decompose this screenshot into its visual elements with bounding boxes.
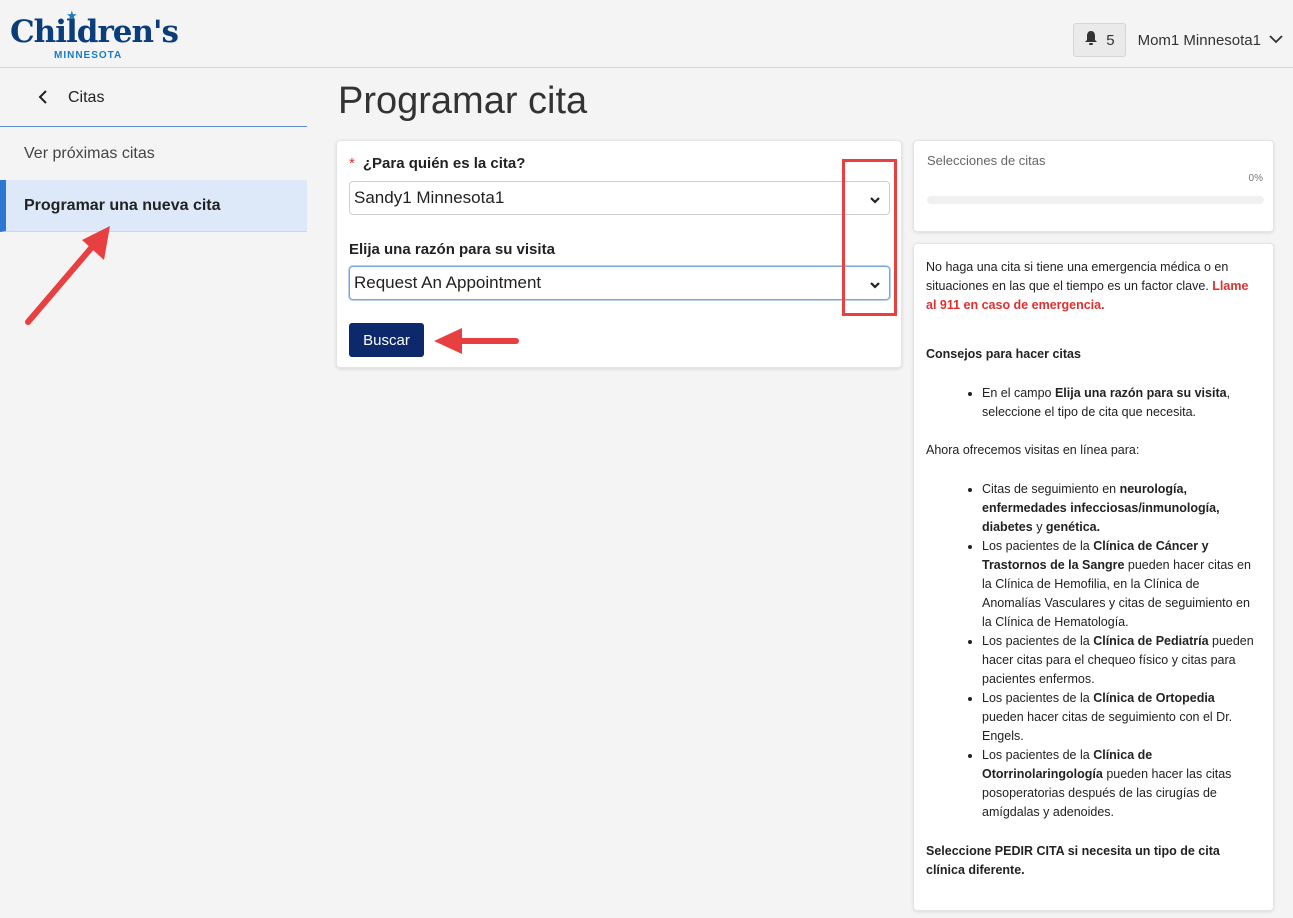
reason-select[interactable]: Request An Appointment: [349, 266, 890, 300]
tips-list: En el campo Elija una razón para su visi…: [926, 384, 1259, 422]
notification-count: 5: [1106, 31, 1115, 49]
childrens-minnesota-logo[interactable]: Children's ★ MINNESOTA: [10, 8, 180, 62]
tips-title-text: Consejos para hacer citas: [926, 347, 1081, 361]
sidebar-item-label: Ver próximas citas: [24, 145, 155, 162]
tip-bold: Elija una razón para su visita: [1054, 386, 1227, 400]
sidebar-item-upcoming[interactable]: Ver próximas citas: [0, 128, 307, 180]
bell-icon: [1084, 30, 1098, 50]
sidebar-item-label: Programar una nueva cita: [24, 196, 221, 214]
patient-label-text: ¿Para quién es la cita?: [362, 155, 526, 172]
online-visits-intro: Ahora ofrecemos visitas en línea para:: [926, 443, 1140, 457]
patient-field-label: * ¿Para quién es la cita?: [349, 155, 525, 172]
search-button[interactable]: Buscar: [349, 323, 424, 357]
user-area: 5 Mom1 Minnesota1: [1073, 22, 1283, 58]
progress-bar: [927, 196, 1264, 204]
tips-title: Consejos para hacer citas: [926, 345, 1259, 364]
item-text: Los pacientes de la: [982, 634, 1094, 648]
annotation-arrow-icon: [434, 328, 519, 354]
sidebar: Citas Ver próximas citas Programar una n…: [0, 69, 307, 918]
chevron-down-icon[interactable]: [1269, 31, 1283, 49]
required-marker: *: [349, 155, 355, 172]
reason-field-label: Elija una razón para su visita: [349, 241, 555, 258]
appointment-form-card: * ¿Para quién es la cita? Sandy1 Minnesot…: [336, 140, 902, 368]
item-text: pueden hacer citas de seguimiento con el…: [982, 710, 1233, 743]
page-title: Programar cita: [338, 80, 588, 122]
list-item: Los pacientes de la Clínica de Cáncer y …: [982, 537, 1259, 632]
patient-select-value: Sandy1 Minnesota1: [354, 188, 505, 207]
online-visits-list: Citas de seguimiento en neurología, enfe…: [926, 480, 1259, 822]
logo-wordmark: Children's: [10, 14, 179, 50]
tip-text: En el campo: [982, 386, 1055, 400]
list-item: Los pacientes de la Clínica de Ortopedia…: [982, 689, 1259, 746]
list-item: En el campo Elija una razón para su visi…: [982, 384, 1259, 422]
patient-select[interactable]: Sandy1 Minnesota1: [349, 181, 890, 215]
reason-select-value: Request An Appointment: [354, 273, 542, 292]
warning-text: No haga una cita si tiene una emergencia…: [926, 260, 1229, 293]
appointment-progress-card: Selecciones de citas 0%: [913, 140, 1274, 232]
item-text: y: [1032, 520, 1046, 534]
progress-percent: 0%: [1248, 173, 1263, 184]
user-menu-name[interactable]: Mom1 Minnesota1: [1138, 32, 1261, 49]
item-text: Citas de seguimiento en: [982, 482, 1120, 496]
annotation-arrow-icon: [25, 226, 110, 325]
dropdown-highlight-box: [842, 159, 897, 316]
item-text: Los pacientes de la: [982, 539, 1094, 553]
list-item: Los pacientes de la Clínica de Otorrinol…: [982, 746, 1259, 822]
list-item: Los pacientes de la Clínica de Pediatría…: [982, 632, 1259, 689]
chevron-left-icon: [38, 90, 48, 109]
item-text: Los pacientes de la: [982, 691, 1094, 705]
logo-subtitle: MINNESOTA: [54, 50, 123, 61]
sidebar-back-citas[interactable]: Citas: [0, 69, 307, 127]
notifications-button[interactable]: 5: [1073, 23, 1126, 57]
different-appointment-note: Seleccione PEDIR CITA si necesita un tip…: [926, 842, 1259, 880]
progress-title: Selecciones de citas: [927, 153, 1046, 168]
list-item: Citas de seguimiento en neurología, enfe…: [982, 480, 1259, 537]
footer-bold-text: Seleccione PEDIR CITA si necesita un tip…: [926, 844, 1220, 877]
item-bold: Clínica de Pediatría: [1093, 634, 1209, 648]
top-header: Children's ★ MINNESOTA 5 Mom1 Minnesota1: [0, 0, 1293, 68]
appointment-info-panel: No haga una cita si tiene una emergencia…: [913, 243, 1274, 911]
item-bold: genética.: [1045, 520, 1101, 534]
item-text: Los pacientes de la: [982, 748, 1094, 762]
emergency-warning: No haga una cita si tiene una emergencia…: [926, 258, 1259, 315]
item-bold: Clínica de Ortopedia: [1093, 691, 1215, 705]
logo-star-icon: ★: [66, 8, 78, 23]
sidebar-back-label: Citas: [68, 88, 105, 106]
